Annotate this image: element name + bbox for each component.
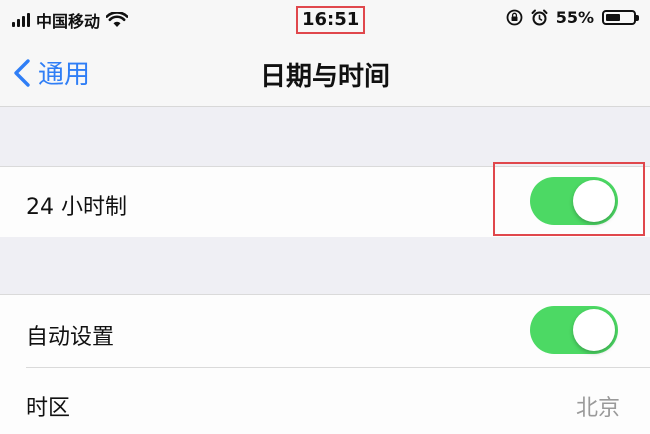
status-time: 16:51 (296, 6, 366, 34)
section-gap (0, 237, 650, 294)
alarm-icon (531, 9, 548, 26)
toggle-24-hour[interactable] (530, 177, 618, 225)
nav-bar: 通用 日期与时间 (0, 40, 650, 107)
row-divider (26, 367, 650, 368)
battery-percent: 55% (555, 8, 594, 27)
toggle-knob (573, 180, 615, 222)
row-label-auto-set: 自动设置 (26, 325, 115, 350)
row-label-24-hour: 24 小时制 (26, 195, 127, 220)
battery-fill (606, 14, 621, 21)
battery-icon (602, 10, 639, 25)
status-left: 中国移动 (12, 8, 129, 32)
row-24-hour: 24 小时制 (0, 166, 650, 238)
status-bar: 中国移动 16:51 55% (0, 0, 650, 40)
wifi-icon (106, 12, 129, 27)
status-right: 55% (506, 8, 639, 27)
group-time-settings: 自动设置 时区 北京 (0, 294, 650, 434)
cellular-signal-icon (12, 13, 30, 27)
orientation-lock-icon (506, 9, 523, 26)
toggle-knob (573, 309, 615, 351)
page-title: 日期与时间 (259, 62, 390, 92)
section-gap (0, 107, 650, 166)
battery-tip (636, 15, 639, 21)
timezone-value: 北京 (575, 396, 620, 421)
toggle-auto-set[interactable] (530, 306, 618, 354)
row-label-timezone: 时区 (26, 396, 71, 421)
carrier-name: 中国移动 (36, 12, 101, 31)
